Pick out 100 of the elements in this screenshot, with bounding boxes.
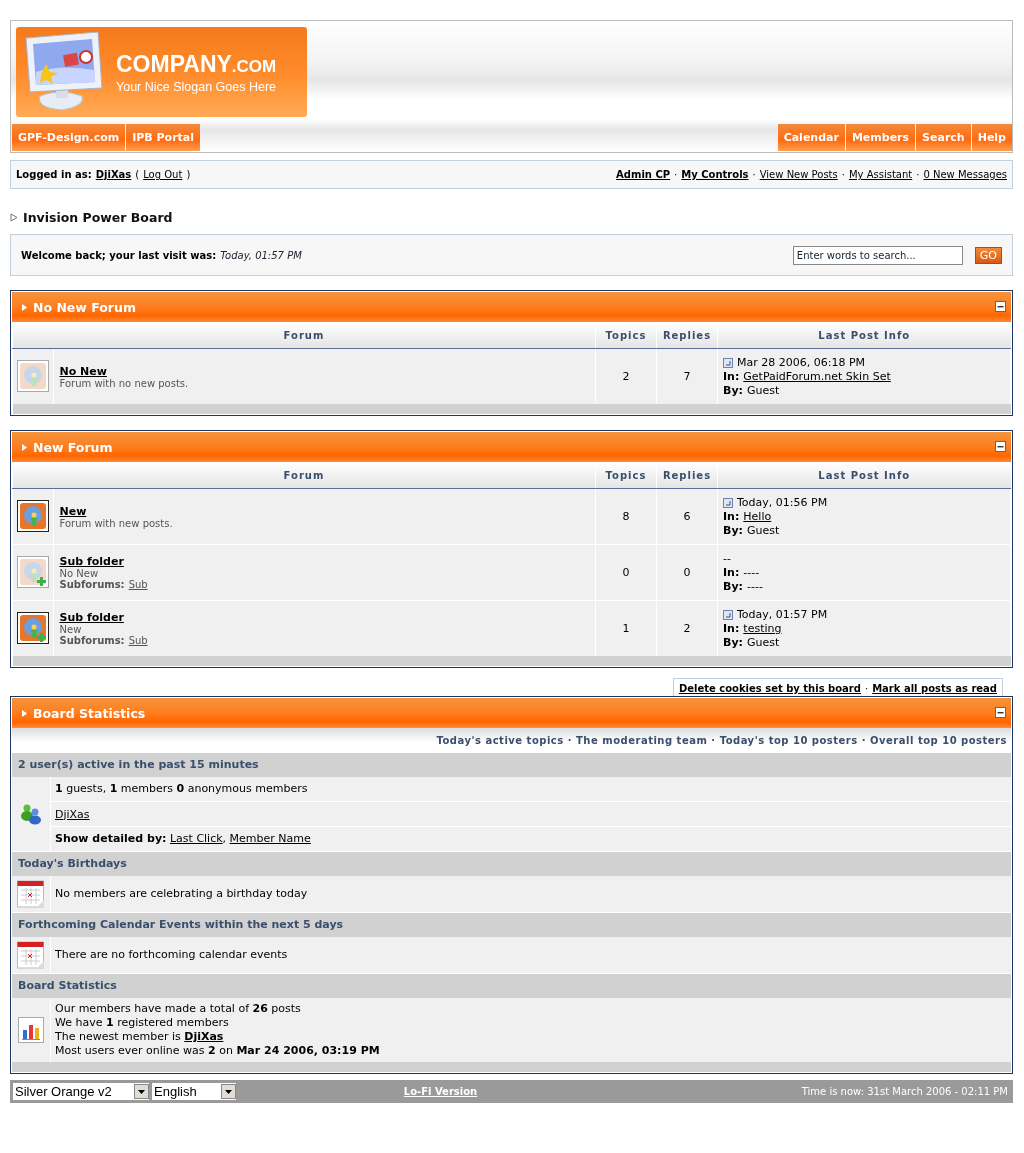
username-link[interactable]: DjiXas: [95, 169, 132, 180]
search-field[interactable]: Enter words to search...: [792, 245, 963, 265]
member-link[interactable]: Last Click: [169, 832, 223, 845]
category-title: No New Forum: [33, 299, 137, 315]
user-link[interactable]: View New Posts: [759, 169, 838, 180]
collapse-icon: [995, 301, 1006, 312]
calendar-icon: [17, 880, 45, 908]
separator: ·: [864, 683, 869, 694]
category-title: Board Statistics: [33, 705, 147, 721]
user-link[interactable]: Admin CP: [616, 169, 671, 180]
forum-description: Forum with no new posts.: [59, 377, 190, 389]
member-link[interactable]: DjiXas: [184, 1030, 224, 1043]
subforums-label: Subforums:: [59, 579, 125, 590]
topic-link[interactable]: GetPaidForum.net Skin Set: [743, 369, 891, 384]
in-label: In:: [723, 509, 740, 524]
forum-new-icon: [16, 611, 49, 644]
by-label: By:: [723, 635, 743, 650]
paren: (: [135, 169, 140, 180]
current-time: Time is now: 31st March 2006 - 02:11 PM: [800, 1086, 1008, 1097]
member-link[interactable]: Member Name: [229, 832, 311, 845]
forum-link[interactable]: Sub folder: [59, 555, 124, 568]
by-label: By:: [723, 579, 743, 594]
in-label: In:: [723, 565, 740, 580]
author-name: Guest: [746, 635, 780, 650]
logo-title: COMPANY.COM: [116, 50, 277, 79]
breadcrumb-title: Invision Power Board: [23, 209, 173, 225]
section-heading: Forthcoming Calendar Events within the next 5 days: [12, 912, 1011, 937]
separator: ·: [752, 169, 756, 180]
forum-link[interactable]: Sub folder: [59, 611, 124, 624]
statistics-link[interactable]: The moderating team: [576, 734, 708, 746]
post-icon: [723, 357, 733, 368]
in-label: In:: [723, 369, 740, 384]
author-name: ----: [746, 579, 763, 594]
separator: ·: [674, 169, 678, 180]
separator: ·: [567, 734, 573, 746]
statistics-link[interactable]: Overall top 10 posters: [870, 734, 1007, 746]
section-heading: 2 user(s) active in the past 15 minutes: [12, 752, 1011, 777]
forum-link[interactable]: New: [59, 504, 87, 518]
column-header: Forum: [12, 322, 596, 349]
skin-select[interactable]: Silver Orange v2: [13, 1083, 149, 1100]
topic-link[interactable]: Hello: [743, 509, 772, 524]
forum-description: New: [59, 624, 83, 635]
by-label: By:: [723, 523, 743, 538]
statistics-text: 1 guests, 1 members 0 anonymous members: [55, 782, 309, 796]
logout-link[interactable]: Log Out: [143, 169, 183, 180]
bar-chart-icon: [18, 1017, 44, 1043]
column-header: Last Post Info: [717, 462, 1011, 489]
board-link[interactable]: Delete cookies set by this board: [678, 683, 861, 694]
subforum-link[interactable]: Sub: [128, 579, 148, 590]
user-link[interactable]: My Controls: [681, 169, 749, 180]
last-post-date: Mar 28 2006, 06:18 PM: [737, 355, 866, 370]
statistics-text: Show detailed by: Last Click, Member Name: [55, 832, 312, 846]
separator: ·: [841, 169, 845, 180]
arrow-icon: [22, 443, 27, 451]
column-header: Forum: [12, 462, 596, 489]
replies-cell: 7: [656, 348, 718, 404]
user-link[interactable]: 0 New Messages: [923, 169, 1007, 180]
forum-new-icon: [16, 499, 49, 532]
statistics-text: The newest member is DjiXas: [55, 1030, 225, 1044]
subforums-label: Subforums:: [59, 635, 125, 646]
statistics-text: Most users ever online was 2 on Mar 24 2006, 03:19 PM: [55, 1044, 381, 1058]
column-header: Replies: [656, 462, 718, 489]
column-header: Topics: [595, 322, 657, 349]
calendar-icon: [17, 941, 45, 969]
arrow-icon: [22, 303, 27, 311]
welcome-label: Welcome back; your last visit was:: [21, 249, 217, 261]
statistics-text: There are no forthcoming calendar events: [55, 948, 289, 962]
last-post-date: --: [723, 551, 731, 566]
by-label: By:: [723, 383, 743, 398]
last-post-date: Today, 01:56 PM: [737, 495, 828, 510]
topic-link[interactable]: testing: [743, 621, 782, 636]
author-name: Guest: [746, 383, 780, 398]
triangle-icon: [10, 212, 18, 222]
replies-cell: 0: [656, 544, 718, 601]
statistics-text: No members are celebrating a birthday today: [55, 887, 309, 901]
section-heading: Today's Birthdays: [12, 851, 1011, 876]
user-link[interactable]: My Assistant: [848, 169, 913, 180]
separator: ·: [711, 734, 716, 746]
logged-in-label: Logged in as:: [16, 169, 92, 180]
member-link[interactable]: DjiXas: [55, 807, 1007, 821]
category-title: New Forum: [33, 439, 114, 455]
separator: ·: [861, 734, 867, 746]
statistics-link[interactable]: Today's active topics: [436, 734, 564, 746]
column-header: Replies: [656, 322, 718, 349]
statistics-link[interactable]: Today's top 10 posters: [719, 734, 858, 746]
collapse-icon: [995, 707, 1006, 718]
slogan: Your Nice Slogan Goes Here: [116, 79, 277, 94]
forum-description: No New: [59, 568, 100, 579]
statistics-text: Our members have made a total of 26 posts: [55, 1002, 302, 1016]
topics-cell: 8: [595, 488, 657, 545]
forum-read-icon: [16, 359, 49, 392]
subforum-link[interactable]: Sub: [128, 635, 148, 646]
forum-link[interactable]: No New: [59, 364, 107, 378]
board-link[interactable]: Mark all posts as read: [872, 683, 997, 694]
language-select[interactable]: English: [152, 1083, 236, 1100]
topics-cell: 1: [595, 600, 657, 656]
forum-read-icon: [16, 555, 49, 588]
section-heading: Board Statistics: [12, 973, 1011, 998]
topics-cell: 0: [595, 544, 657, 601]
statistics-text: We have 1 registered members: [55, 1016, 230, 1030]
